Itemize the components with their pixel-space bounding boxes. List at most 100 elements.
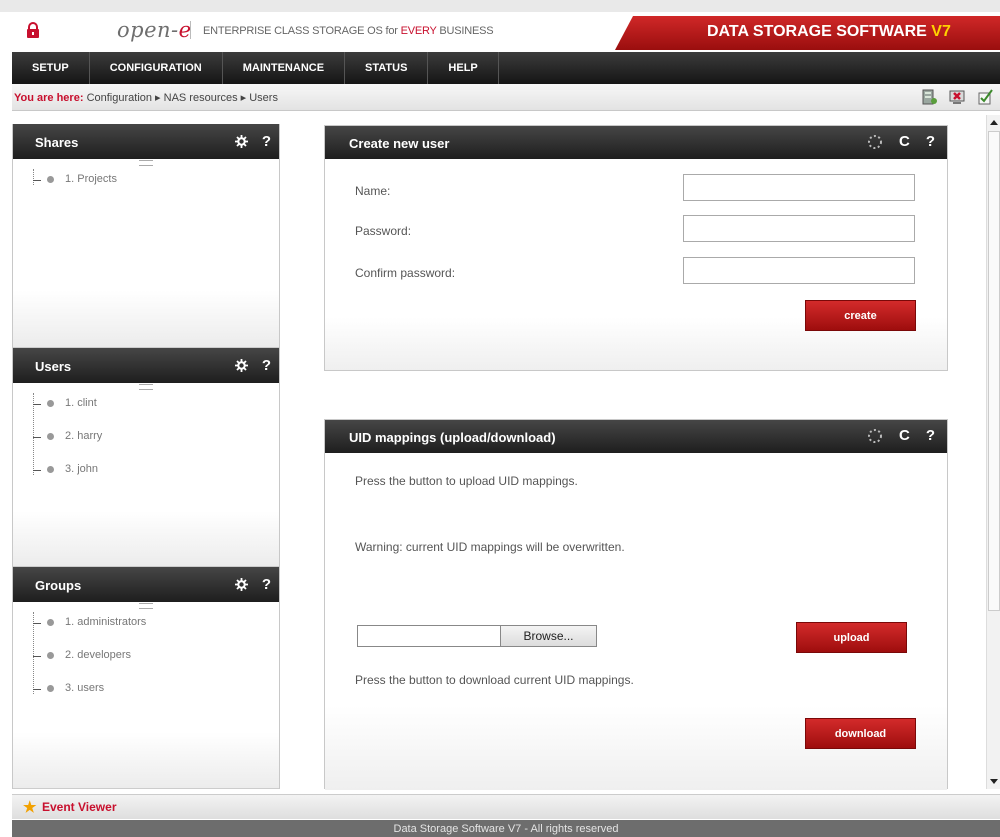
help-icon[interactable]: ? [926, 427, 935, 444]
shares-panel-body: 1. Projects [13, 159, 279, 348]
tree-branch [33, 180, 41, 181]
user-item[interactable]: 2. harry [13, 430, 279, 463]
user-label: 2. harry [65, 430, 103, 442]
create-user-panel: Create new user C ? Name: Password: Conf… [324, 125, 948, 371]
nav-maintenance[interactable]: MAINTENANCE [223, 52, 346, 84]
event-viewer-label[interactable]: Event Viewer [42, 800, 116, 814]
event-viewer-bar[interactable]: ★ Event Viewer [12, 794, 1000, 819]
overwrite-warning: Warning: current UID mappings will be ov… [355, 540, 625, 554]
nav-setup[interactable]: SETUP [12, 52, 90, 84]
left-sidebar: Shares ? 1. Projects Users ? 1. clint 2.… [12, 124, 280, 789]
nav-configuration[interactable]: CONFIGURATION [90, 52, 223, 84]
breadcrumb-label: You are here: [14, 92, 84, 104]
download-instruction: Press the button to download current UID… [355, 673, 634, 687]
shares-panel-header: Shares ? [13, 124, 279, 159]
help-icon[interactable]: ? [262, 133, 271, 150]
users-panel-header: Users ? [13, 348, 279, 383]
tagline-red: EVERY [400, 25, 437, 37]
group-label: 3. users [65, 682, 105, 694]
group-item[interactable]: 2. developers [13, 649, 279, 682]
product-version: V7 [931, 23, 951, 40]
breadcrumb-path[interactable]: Configuration ▸ NAS resources ▸ Users [87, 92, 278, 104]
update-icon[interactable] [976, 88, 994, 106]
tree-branch [33, 689, 41, 690]
dot-icon [47, 685, 54, 692]
user-label: 3. john [65, 463, 99, 475]
top-strip [0, 0, 1000, 12]
group-item[interactable]: 1. administrators [13, 616, 279, 649]
name-input[interactable] [683, 174, 915, 201]
logo-text: open- [117, 18, 179, 42]
logo: open-e [117, 18, 192, 42]
users-tools: ? [234, 357, 271, 374]
groups-tools: ? [234, 576, 271, 593]
create-button[interactable]: create [805, 300, 916, 331]
create-user-tools: C ? [867, 133, 935, 150]
file-path-input[interactable] [357, 625, 501, 647]
user-item[interactable]: 1. clint [13, 397, 279, 430]
product-banner: DATA STORAGE SOFTWARE V7 [615, 16, 1000, 50]
dot-icon [47, 619, 54, 626]
groups-panel-body: 1. administrators 2. developers 3. users [13, 602, 279, 789]
tree-branch [33, 404, 41, 405]
server-icon[interactable] [920, 88, 938, 106]
group-item[interactable]: 3. users [13, 682, 279, 715]
confirm-password-input[interactable] [683, 257, 915, 284]
scroll-up-icon[interactable] [990, 120, 998, 125]
gear-icon[interactable] [234, 359, 248, 372]
star-icon: ★ [23, 799, 37, 816]
name-label: Name: [355, 184, 391, 198]
spinner-icon[interactable] [867, 134, 883, 150]
scrollbar-thumb[interactable] [988, 131, 1000, 611]
nav-status[interactable]: STATUS [345, 52, 429, 84]
download-button[interactable]: download [805, 718, 916, 749]
vertical-scrollbar[interactable] [986, 115, 1000, 789]
dot-icon [47, 176, 54, 183]
browse-button[interactable]: Browse... [500, 625, 597, 647]
tagline-post: BUSINESS [436, 25, 494, 37]
uid-mappings-title: UID mappings (upload/download) [349, 430, 556, 445]
user-item[interactable]: 3. john [13, 463, 279, 496]
shares-tools: ? [234, 133, 271, 150]
password-input[interactable] [683, 215, 915, 242]
refresh-icon[interactable]: C [899, 427, 910, 444]
lock-icon [27, 22, 39, 38]
scroll-down-icon[interactable] [990, 779, 998, 784]
tree-branch [33, 470, 41, 471]
help-icon[interactable]: ? [262, 576, 271, 593]
tree-branch [33, 656, 41, 657]
share-item[interactable]: 1. Projects [13, 173, 279, 206]
resize-grip[interactable] [139, 160, 153, 166]
nav-help[interactable]: HELP [428, 52, 499, 84]
confirm-password-label: Confirm password: [355, 266, 456, 280]
gear-icon[interactable] [234, 578, 248, 591]
uid-mappings-panel: UID mappings (upload/download) C ? Press… [324, 419, 948, 790]
gear-icon[interactable] [234, 135, 248, 148]
dot-icon [47, 433, 54, 440]
group-label: 1. administrators [65, 616, 147, 628]
logout-icon[interactable] [948, 88, 966, 106]
main-nav: SETUP CONFIGURATION MAINTENANCE STATUS H… [12, 52, 1000, 84]
resize-grip[interactable] [139, 384, 153, 390]
shares-title: Shares [35, 135, 79, 150]
top-bar: open-e ENTERPRISE CLASS STORAGE OS for E… [0, 0, 1000, 52]
user-label: 1. clint [65, 397, 97, 409]
groups-panel-header: Groups ? [13, 567, 279, 602]
product-name: DATA STORAGE SOFTWARE [707, 23, 932, 40]
password-label: Password: [355, 224, 412, 238]
help-icon[interactable]: ? [262, 357, 271, 374]
tree-branch [33, 437, 41, 438]
uid-mappings-header: UID mappings (upload/download) C ? [325, 420, 947, 453]
help-icon[interactable]: ? [926, 133, 935, 150]
groups-tree: 1. administrators 2. developers 3. users [13, 602, 279, 715]
group-label: 2. developers [65, 649, 132, 661]
refresh-icon[interactable]: C [899, 133, 910, 150]
spinner-icon[interactable] [867, 428, 883, 444]
create-user-title: Create new user [349, 136, 450, 151]
shares-tree: 1. Projects [13, 159, 279, 206]
upload-button[interactable]: upload [796, 622, 907, 653]
logo-separator [190, 21, 191, 39]
users-tree: 1. clint 2. harry 3. john [13, 383, 279, 496]
resize-grip[interactable] [139, 603, 153, 609]
tagline: ENTERPRISE CLASS STORAGE OS for EVERY BU… [203, 25, 494, 37]
